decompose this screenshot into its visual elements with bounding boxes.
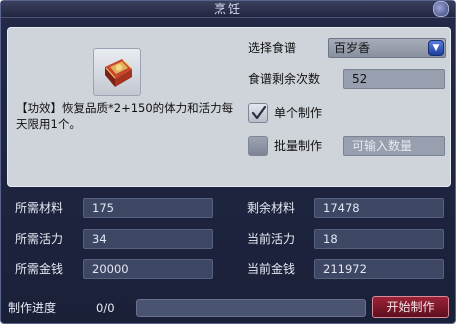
remaining-uses-field: 52 bbox=[343, 69, 445, 89]
remaining-uses-label: 食谱剩余次数 bbox=[248, 72, 321, 86]
item-effect-text: 【功效】恢复品质*2+150的体力和活力每天限用1个。 bbox=[16, 101, 234, 131]
progress-count: 0/0 bbox=[96, 301, 115, 315]
required-money-value: 20000 bbox=[83, 259, 213, 279]
required-material-value: 175 bbox=[83, 198, 213, 218]
close-button[interactable] bbox=[433, 1, 449, 17]
progress-bar bbox=[136, 299, 366, 317]
recipe-book-icon bbox=[105, 59, 132, 87]
remaining-material-value: 17478 bbox=[314, 198, 444, 218]
single-make-checkbox[interactable] bbox=[248, 103, 268, 123]
current-vigor-label: 当前活力 bbox=[247, 232, 296, 246]
start-cooking-button[interactable]: 开始制作 bbox=[372, 296, 449, 318]
item-slot[interactable] bbox=[93, 48, 141, 96]
progress-label: 制作进度 bbox=[8, 301, 57, 315]
batch-quantity-input[interactable]: 可输入数量 bbox=[343, 136, 445, 156]
single-make-label: 单个制作 bbox=[274, 106, 323, 120]
recipe-panel: 【功效】恢复品质*2+150的体力和活力每天限用1个。 选择食谱 百岁香 ▼ 食… bbox=[7, 27, 451, 187]
title-bar[interactable]: 烹饪 bbox=[1, 1, 455, 18]
remaining-material-label: 剩余材料 bbox=[247, 201, 296, 215]
current-money-label: 当前金钱 bbox=[247, 262, 296, 276]
cooking-window: 烹饪 【功效】恢复品质*2+150的体力和活力每天限用1个。 选择食谱 百岁香 … bbox=[0, 0, 456, 324]
current-vigor-value: 18 bbox=[314, 229, 444, 249]
batch-make-checkbox[interactable] bbox=[248, 136, 268, 156]
required-material-label: 所需材料 bbox=[15, 201, 64, 215]
checkmark-icon bbox=[251, 105, 267, 120]
chevron-down-icon[interactable]: ▼ bbox=[428, 40, 444, 56]
batch-make-label: 批量制作 bbox=[274, 139, 323, 153]
window-title: 烹饪 bbox=[213, 2, 242, 16]
current-money-value: 211972 bbox=[314, 259, 444, 279]
recipe-select-label: 选择食谱 bbox=[248, 41, 297, 55]
required-vigor-value: 34 bbox=[83, 229, 213, 249]
required-money-label: 所需金钱 bbox=[15, 262, 64, 276]
recipe-select-dropdown[interactable]: 百岁香 ▼ bbox=[328, 38, 446, 58]
required-vigor-label: 所需活力 bbox=[15, 232, 64, 246]
recipe-select-value: 百岁香 bbox=[334, 41, 371, 55]
